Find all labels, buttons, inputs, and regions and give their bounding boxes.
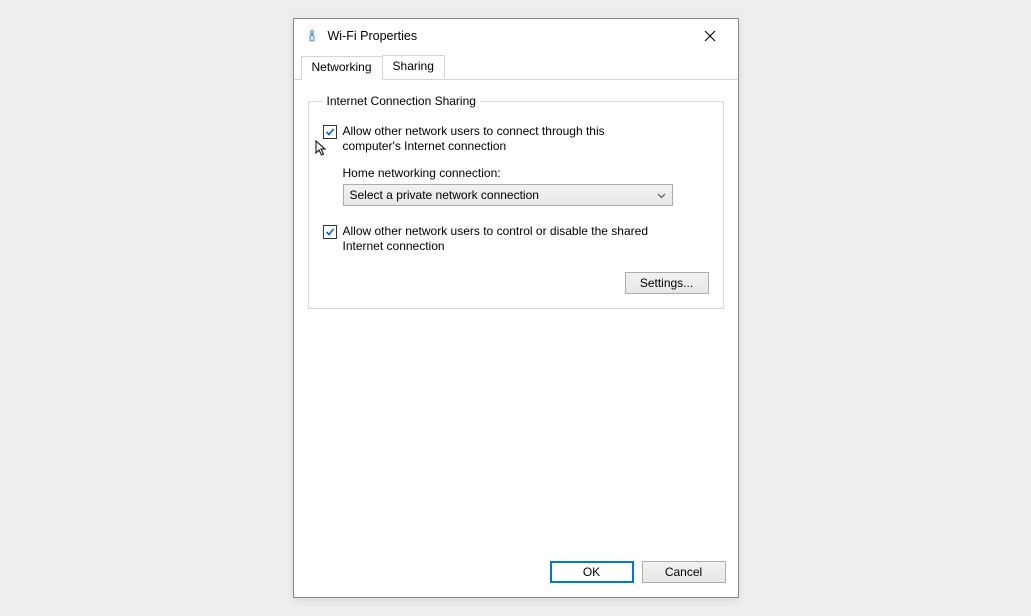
- window-title: Wi-Fi Properties: [328, 29, 690, 43]
- close-icon: [704, 30, 716, 42]
- cursor-icon: [315, 140, 329, 158]
- cancel-button[interactable]: Cancel: [642, 561, 726, 583]
- combobox-home-connection[interactable]: Select a private network connection: [343, 184, 673, 206]
- checkmark-icon: [325, 127, 335, 137]
- wifi-adapter-icon: [304, 28, 320, 44]
- tab-panel-sharing: Internet Connection Sharing Allow other …: [294, 80, 738, 551]
- combobox-selected-text: Select a private network connection: [350, 188, 539, 202]
- ok-button[interactable]: OK: [550, 561, 634, 583]
- tab-networking[interactable]: Networking: [301, 56, 383, 80]
- checkmark-icon: [325, 227, 335, 237]
- chevron-down-icon: [657, 188, 666, 202]
- label-allow-connect: Allow other network users to connect thr…: [343, 124, 663, 154]
- wifi-properties-dialog: Wi-Fi Properties Networking Sharing Inte…: [293, 18, 739, 598]
- close-button[interactable]: [690, 22, 730, 50]
- label-allow-control: Allow other network users to control or …: [343, 224, 663, 254]
- titlebar: Wi-Fi Properties: [294, 19, 738, 53]
- label-home-connection: Home networking connection:: [343, 166, 709, 180]
- ics-legend: Internet Connection Sharing: [323, 94, 480, 108]
- checkbox-allow-control[interactable]: [323, 225, 337, 239]
- dialog-footer: OK Cancel: [294, 551, 738, 597]
- ics-groupbox: Internet Connection Sharing Allow other …: [308, 94, 724, 309]
- settings-button[interactable]: Settings...: [625, 272, 709, 294]
- checkbox-allow-connect[interactable]: [323, 125, 337, 139]
- tab-strip: Networking Sharing: [294, 55, 738, 80]
- tab-sharing[interactable]: Sharing: [382, 55, 445, 79]
